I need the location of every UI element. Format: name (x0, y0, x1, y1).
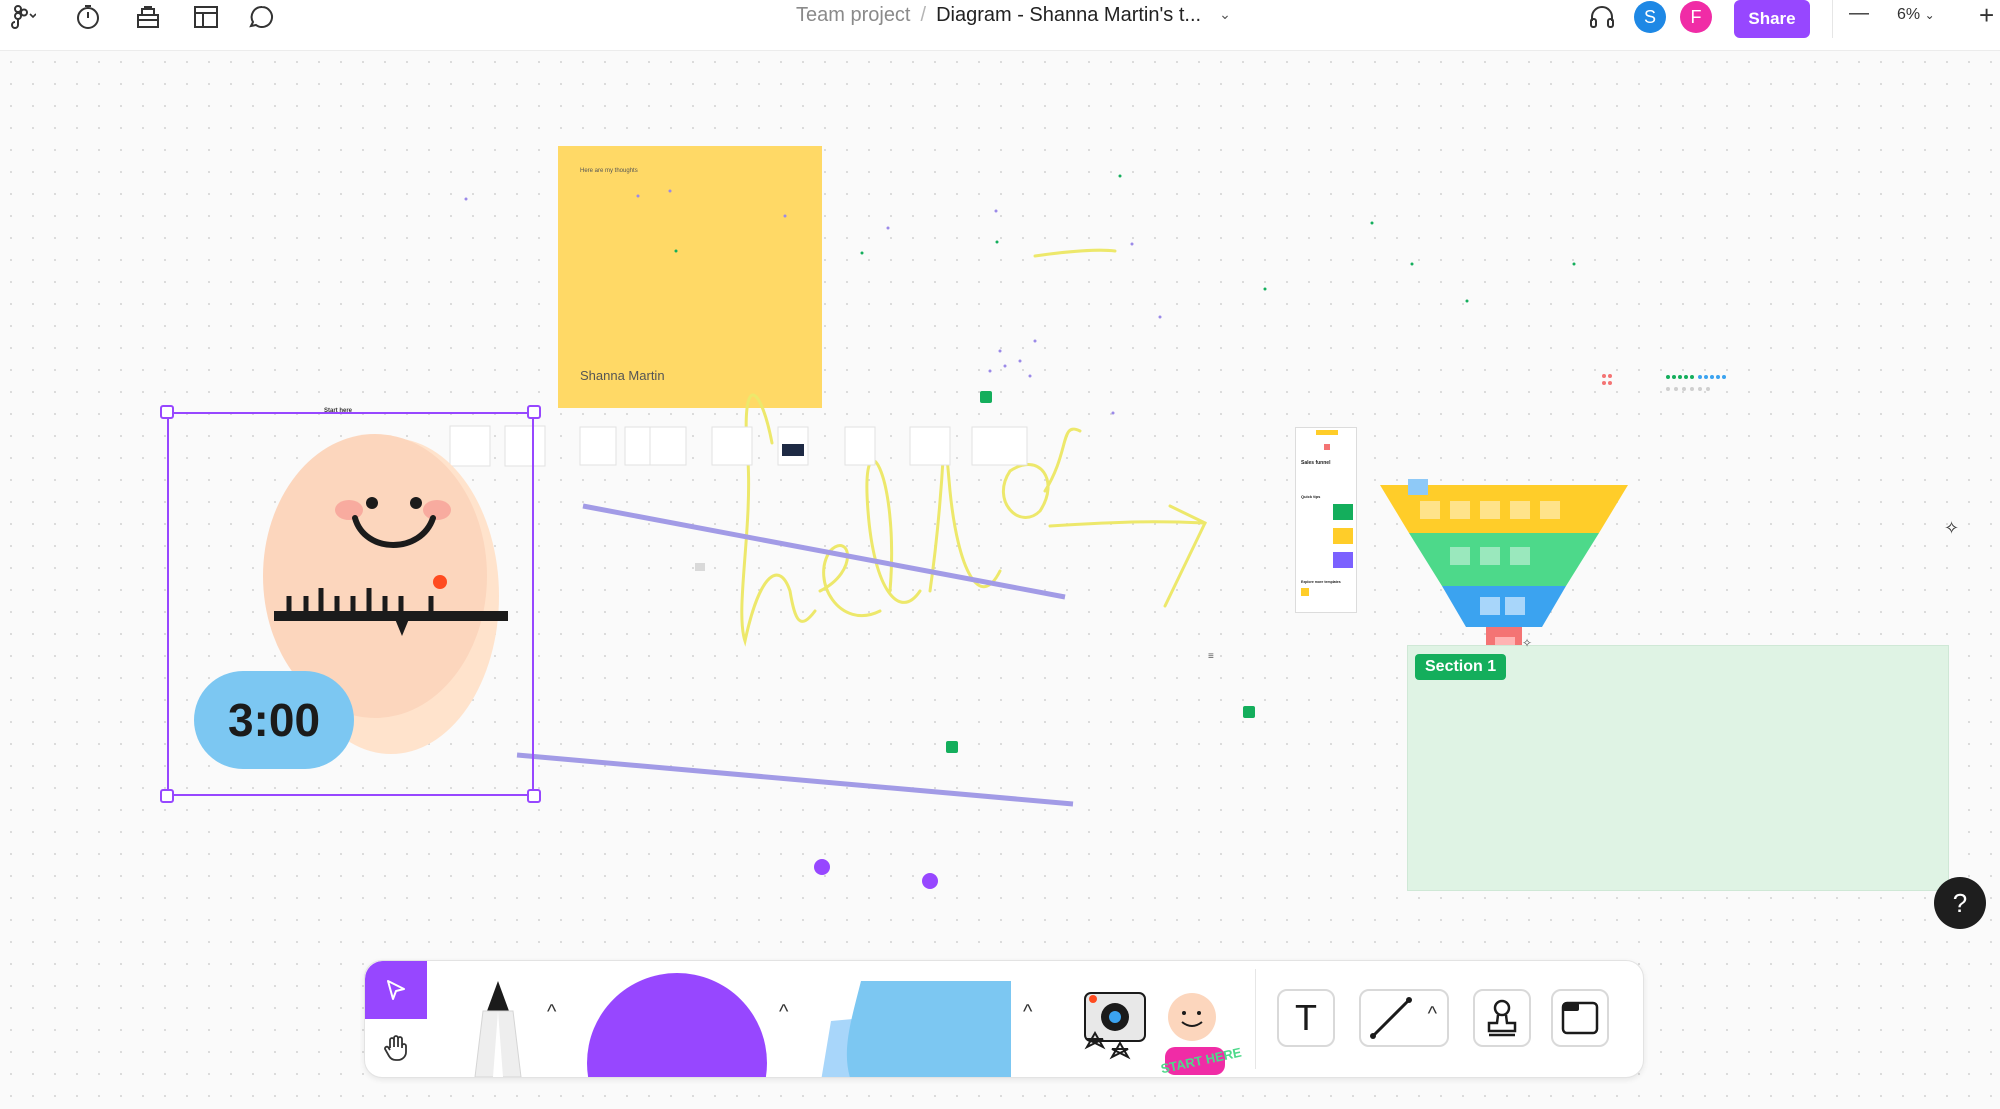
note-icon: ≡ (1208, 651, 1214, 662)
document-card-thumb (1333, 552, 1353, 568)
avatar[interactable]: F (1680, 1, 1712, 33)
breadcrumb-separator: / (920, 4, 927, 26)
avatar[interactable]: S (1634, 1, 1666, 33)
sticky-note-icon[interactable] (821, 981, 1011, 1078)
hand-tool[interactable] (365, 1021, 427, 1075)
main-menu-button[interactable] (0, 0, 44, 34)
hand-icon (384, 1035, 407, 1061)
document-card-subtitle: Quick tips (1301, 494, 1321, 499)
templates-button[interactable] (186, 0, 226, 34)
comment-icon (249, 5, 273, 28)
resize-handle[interactable] (160, 789, 174, 803)
selected-frame[interactable]: Start here 3:00 (167, 408, 534, 796)
file-title[interactable]: Diagram - Shanna Martin's t... (936, 4, 1201, 26)
resize-handle[interactable] (527, 789, 541, 803)
resize-handle[interactable] (527, 405, 541, 419)
breadcrumb: Team project / Diagram - Shanna Martin's t… (796, 4, 1231, 27)
zoom-level-value: 6% (1897, 6, 1921, 23)
canvas[interactable]: Here are my thoughts Shanna Martin Start… (0, 51, 2000, 1109)
timer-button[interactable] (68, 0, 108, 34)
zoom-in-button[interactable]: + (1979, 0, 1994, 31)
connector-line[interactable] (516, 752, 1074, 807)
stamp-icon (1487, 999, 1517, 1037)
sparkle-icon: ✧ (1944, 518, 1960, 538)
connector-tool[interactable]: ^ (1359, 989, 1449, 1047)
document-card-footer: Explore more templates (1301, 580, 1341, 584)
library-button[interactable] (128, 0, 168, 34)
breadcrumb-project[interactable]: Team project (796, 4, 911, 26)
sparkle-icon: ✧ (1522, 636, 1533, 650)
bottom-toolbar: ^ ^ ^ START HERE T ^ (364, 960, 1644, 1078)
figjam-logo-icon (11, 5, 36, 29)
toolbar-divider (1255, 969, 1256, 1069)
cursor-arrow-icon (387, 980, 405, 1000)
document-card-thumb (1333, 504, 1353, 520)
zoom-level[interactable]: 6% ⌄ (1897, 6, 1935, 24)
templates-icon (194, 6, 218, 28)
timer-pill[interactable]: 3:00 (194, 671, 354, 769)
section[interactable] (1407, 645, 1949, 891)
stamp-tool[interactable] (1473, 989, 1531, 1047)
section-label[interactable]: Section 1 (1415, 654, 1507, 680)
document-card-footer-icon (1301, 588, 1309, 596)
chevron-down-icon[interactable]: ⌄ (1219, 6, 1231, 23)
timer-icon (77, 5, 99, 29)
text-tool[interactable]: T (1277, 989, 1335, 1047)
document-card-accent (1316, 430, 1338, 435)
audio-button[interactable] (1582, 0, 1622, 34)
document-card[interactable]: Sales funnel Quick tips Explore more tem… (1295, 427, 1357, 613)
comment-button[interactable] (242, 0, 282, 34)
document-card-thumb (1333, 528, 1353, 544)
shape-circle-icon[interactable] (585, 971, 769, 1078)
marker-icon[interactable] (463, 981, 533, 1077)
chevron-up-icon[interactable]: ^ (547, 1001, 556, 1024)
headphones-icon (1590, 6, 1614, 28)
help-button[interactable]: ? (1934, 877, 1986, 929)
section-tool[interactable] (1551, 989, 1609, 1047)
top-bar: Team project / Diagram - Shanna Martin's t… (0, 0, 2000, 51)
chevron-up-icon[interactable]: ^ (1428, 1003, 1437, 1026)
chevron-up-icon[interactable]: ^ (779, 1001, 788, 1024)
resize-handle[interactable] (160, 405, 174, 419)
zoom-out-button[interactable]: — (1849, 2, 1869, 25)
document-card-title: Sales funnel (1301, 460, 1331, 466)
library-icon (137, 6, 159, 28)
document-card-icon (1324, 444, 1330, 450)
zoom-controls: — 6% ⌄ + (1832, 0, 2000, 38)
select-tool[interactable] (365, 961, 427, 1019)
section-icon (1561, 1001, 1599, 1035)
cursor-dot (922, 873, 938, 889)
text-icon: T (1295, 997, 1317, 1038)
chevron-up-icon[interactable]: ^ (1023, 1001, 1032, 1024)
share-button[interactable]: Share (1734, 0, 1810, 38)
chevron-down-icon: ⌄ (1924, 8, 1935, 22)
cursor-dot (814, 859, 830, 875)
connector-icon (1370, 997, 1412, 1039)
